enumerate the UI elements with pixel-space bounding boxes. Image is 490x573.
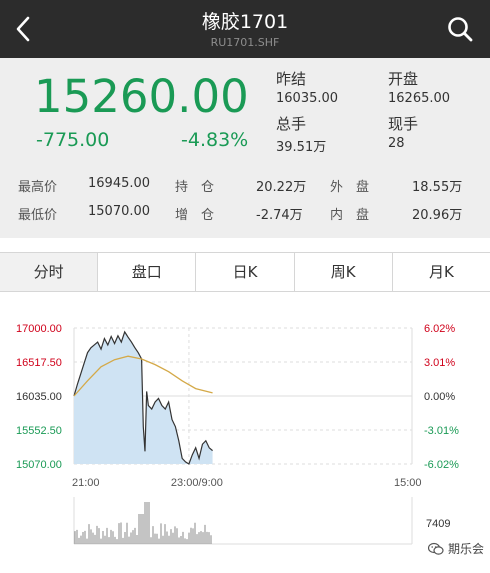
y-tick-label-right: 6.02% (424, 323, 455, 335)
current-volume-value: 28 (388, 136, 405, 151)
outer-volume-value: 18.55万 (412, 180, 463, 195)
intraday-chart[interactable]: 17000.00 16517.50 16035.00 15552.50 15070.00… (0, 292, 490, 573)
y-tick-label-left: 15552.50 (16, 425, 62, 437)
price-change: -775.00 (36, 129, 110, 151)
current-volume-label: 现手 (388, 115, 419, 133)
x-tick-label: 21:00 (72, 477, 100, 489)
y-tick-label-right: 3.01% (424, 357, 455, 369)
y-tick-label-left: 17000.00 (16, 323, 62, 335)
outer-volume-label: 外 盘 (330, 180, 370, 195)
y-tick-label-right: -3.01% (424, 425, 459, 437)
tab-daily-k[interactable]: 日K (196, 253, 295, 291)
oi-change-label: 增 仓 (175, 208, 215, 223)
watermark: 期乐会 (427, 540, 484, 557)
intraday-chart-svg: 17000.00 16517.50 16035.00 15552.50 15070.00… (16, 323, 459, 545)
price-change-percent: -4.83% (181, 129, 249, 151)
high-value: 16945.00 (88, 176, 151, 191)
watermark-text: 期乐会 (447, 542, 484, 556)
tab-order-book[interactable]: 盘口 (98, 253, 197, 291)
total-volume-label: 总手 (276, 115, 307, 133)
x-tick-label: 23:00/9:00 (171, 477, 223, 489)
price-area (74, 331, 213, 464)
volume-value-label: 7409 (426, 518, 450, 530)
y-tick-label-right: 0.00% (424, 391, 455, 403)
tab-weekly-k[interactable]: 周K (294, 253, 393, 291)
wechat-icon (427, 542, 444, 555)
y-tick-label-left: 16035.00 (16, 391, 62, 403)
total-volume-value: 39.51万 (276, 140, 327, 155)
prev-settle-value: 16035.00 (276, 91, 339, 106)
tab-monthly-k[interactable]: 月K (392, 253, 490, 291)
y-tick-label-left: 16517.50 (16, 357, 62, 369)
oi-change-value: -2.74万 (256, 208, 303, 223)
search-icon[interactable] (446, 14, 474, 44)
y-tick-label-right: -6.02% (424, 459, 459, 471)
low-value: 15070.00 (88, 204, 151, 219)
tab-intraday[interactable]: 分时 (0, 253, 99, 291)
chart-tabs: 分时 盘口 日K 周K 月K (0, 252, 490, 292)
last-price: 15260.00 (34, 70, 249, 123)
prev-settle-label: 昨结 (276, 70, 307, 88)
open-value: 16265.00 (388, 91, 451, 106)
y-tick-label-left: 15070.00 (16, 459, 62, 471)
inner-volume-value: 20.96万 (412, 208, 463, 223)
open-label: 开盘 (388, 70, 419, 88)
inner-volume-label: 内 盘 (330, 208, 370, 223)
contract-code: RU1701.SHF (210, 36, 280, 49)
navbar: 橡胶1701 RU1701.SHF (0, 0, 490, 58)
x-tick-label: 15:00 (394, 477, 422, 489)
open-interest-value: 20.22万 (256, 180, 307, 195)
high-label: 最高价 (18, 180, 58, 195)
open-interest-label: 持 仓 (175, 180, 215, 195)
section-divider (0, 238, 490, 252)
low-label: 最低价 (18, 208, 58, 223)
page-title: 橡胶1701 (201, 11, 289, 33)
